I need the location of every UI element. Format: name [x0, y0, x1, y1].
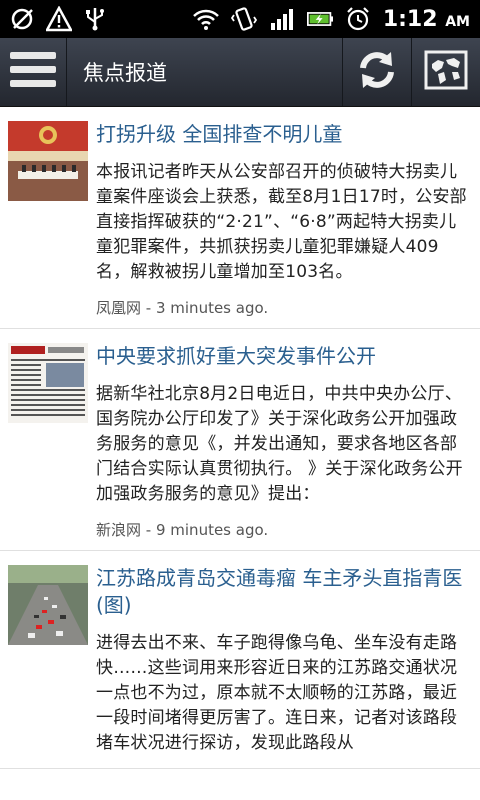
signal-icon	[269, 6, 295, 32]
sync-disabled-icon	[10, 6, 36, 32]
page-title: 焦点报道	[83, 61, 167, 85]
battery-charging-icon	[306, 6, 333, 32]
hamburger-icon	[10, 50, 56, 94]
news-source: 凤凰网	[96, 299, 142, 317]
news-thumbnail	[8, 121, 88, 328]
map-view-button[interactable]	[411, 38, 480, 106]
warning-icon	[46, 6, 72, 32]
news-thumbnail	[8, 565, 88, 768]
usb-icon	[82, 6, 108, 32]
news-title[interactable]: 中央要求抓好重大突发事件公开	[96, 343, 470, 370]
news-item[interactable]: 江苏路成青岛交通毒瘤 车主矛头直指青医(图) 进得去出不来、车子跑得像乌龟、坐车…	[0, 551, 480, 769]
news-item[interactable]: 中央要求抓好重大突发事件公开 据新华社北京8月2日电近日，中共中央办公厅、国务院…	[0, 329, 480, 551]
news-title[interactable]: 打拐升级 全国排查不明儿童	[96, 121, 470, 148]
news-source: 新浪网	[96, 521, 142, 539]
news-meta: 新浪网 - 9 minutes ago.	[96, 521, 269, 539]
news-summary: 本报讯记者昨天从公安部召开的侦破特大拐卖儿童案件座谈会上获悉，截至8月1日17时…	[96, 162, 467, 282]
news-summary: 进得去出不来、车子跑得像乌龟、坐车没有走路快……这些词用来形容近日来的江苏路交通…	[96, 633, 458, 753]
news-meta: 凤凰网 - 3 minutes ago.	[96, 299, 269, 317]
world-map-icon	[424, 50, 468, 94]
vibrate-icon	[230, 6, 257, 32]
news-summary: 据新华社北京8月2日电近日，中共中央办公厅、国务院办公厅印发了》关于深化政务公开…	[96, 384, 463, 504]
news-time: 3 minutes ago.	[155, 299, 269, 317]
status-clock: 1:12 AM	[382, 6, 470, 32]
alarm-icon	[345, 6, 371, 32]
news-title[interactable]: 江苏路成青岛交通毒瘤 车主矛头直指青医(图)	[96, 565, 470, 619]
news-time: 9 minutes ago.	[155, 521, 269, 539]
news-list: 打拐升级 全国排查不明儿童 本报讯记者昨天从公安部召开的侦破特大拐卖儿童案件座谈…	[0, 107, 480, 800]
menu-button[interactable]	[0, 38, 67, 106]
refresh-icon	[355, 48, 399, 96]
status-bar: 1:12 AM	[0, 0, 480, 38]
refresh-button[interactable]	[342, 38, 411, 106]
news-item[interactable]: 打拐升级 全国排查不明儿童 本报讯记者昨天从公安部召开的侦破特大拐卖儿童案件座谈…	[0, 107, 480, 329]
action-bar: 焦点报道	[0, 38, 480, 107]
wifi-icon	[192, 6, 219, 32]
news-thumbnail	[8, 343, 88, 550]
